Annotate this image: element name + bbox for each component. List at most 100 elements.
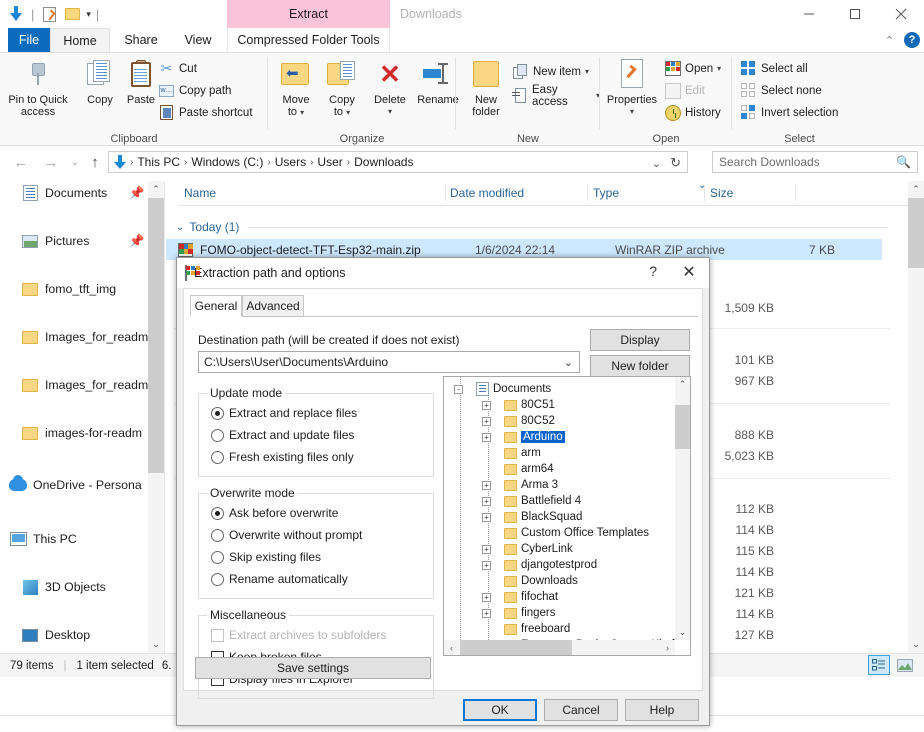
refresh-icon[interactable]: ↻ xyxy=(670,155,681,171)
folder-tree[interactable]: - Documents + 80C51 + 80C52 + Arduino ar… xyxy=(443,376,691,656)
tree-node-arm[interactable]: arm xyxy=(482,445,541,461)
copy-to-button[interactable]: Copy to ▾ xyxy=(318,57,366,119)
minimize-icon[interactable] xyxy=(786,0,832,28)
expand-icon[interactable]: + xyxy=(482,544,491,554)
file-list-scrollbar[interactable]: ⌃ ⌄ xyxy=(908,181,924,653)
tree-node-freeboard[interactable]: freeboard xyxy=(482,621,570,637)
breadcrumb[interactable]: › This PC › Windows (C:) › Users › User … xyxy=(108,151,688,173)
scroll-right-icon[interactable]: › xyxy=(660,640,675,655)
radio-overwrite-without-prompt[interactable]: Overwrite without prompt xyxy=(211,528,362,542)
group-header-today[interactable]: ⌄ Today (1) xyxy=(176,216,888,238)
nav-item-fomo-tft-img[interactable]: fomo_tft_img xyxy=(0,277,148,301)
column-divider[interactable] xyxy=(704,185,705,201)
tree-node-80c52[interactable]: + 80C52 xyxy=(482,413,555,429)
column-date-modified[interactable]: Date modified xyxy=(450,186,524,200)
select-all-button[interactable]: Select all xyxy=(740,58,808,79)
tree-node-fingers[interactable]: + fingers xyxy=(482,605,556,621)
tab-file[interactable]: File xyxy=(8,28,50,52)
tab-general[interactable]: General xyxy=(190,295,242,317)
breadcrumb-item-this-pc[interactable]: This PC xyxy=(134,155,183,169)
nav-item-images-for-readme-1[interactable]: Images_for_readm xyxy=(0,325,148,349)
tree-node-arma-3[interactable]: + Arma 3 xyxy=(482,477,558,493)
nav-item-images-for-readme-3[interactable]: images-for-readm xyxy=(0,421,148,445)
radio-fresh-existing-files-only[interactable]: Fresh existing files only xyxy=(211,450,354,464)
maximize-icon[interactable] xyxy=(832,0,878,28)
expand-icon[interactable]: + xyxy=(482,608,491,618)
pin-icon[interactable]: 📌 xyxy=(129,186,144,200)
expand-icon[interactable]: + xyxy=(482,496,491,506)
new-folder-button[interactable]: New folder xyxy=(590,355,690,377)
nav-item-pictures-quick[interactable]: Pictures 📌 xyxy=(0,229,148,253)
new-folder-icon[interactable] xyxy=(62,4,82,24)
radio-extract-and-replace-files[interactable]: Extract and replace files xyxy=(211,406,357,420)
large-icons-view-icon[interactable] xyxy=(894,655,916,675)
nav-item-documents-quick[interactable]: Documents 📌 xyxy=(0,181,148,205)
pin-to-quick-access-button[interactable]: Pin to Quick access xyxy=(6,57,70,118)
invert-selection-button[interactable]: Invert selection xyxy=(740,102,838,123)
column-type[interactable]: Type xyxy=(593,186,619,200)
pin-icon[interactable]: 📌 xyxy=(129,234,144,248)
chevron-down-icon[interactable]: ⌄ xyxy=(176,222,184,233)
search-input[interactable]: Search Downloads 🔍 xyxy=(712,151,918,173)
tab-compressed-folder-tools[interactable]: Compressed Folder Tools xyxy=(227,28,390,52)
select-none-button[interactable]: Select none xyxy=(740,80,822,101)
tree-node-blacksquad[interactable]: + BlackSquad xyxy=(482,509,582,525)
tree-node-downloads[interactable]: Downloads xyxy=(482,573,578,589)
tree-node-arduino[interactable]: + Arduino xyxy=(482,429,565,445)
delete-button[interactable]: ✕ Delete ▾ xyxy=(366,57,414,118)
scroll-left-icon[interactable]: ‹ xyxy=(444,640,459,655)
tree-node-battlefield-4[interactable]: + Battlefield 4 xyxy=(482,493,581,509)
scrollbar-thumb[interactable] xyxy=(460,640,572,655)
dialog-help-button[interactable]: ? xyxy=(649,263,657,279)
chevron-down-icon[interactable]: ⌄ xyxy=(652,157,661,170)
tree-node-fifochat[interactable]: + fifochat xyxy=(482,589,558,605)
collapse-icon[interactable]: - xyxy=(454,384,463,394)
expand-icon[interactable]: + xyxy=(482,480,491,490)
history-button[interactable]: History xyxy=(664,102,721,123)
column-divider[interactable] xyxy=(445,185,446,201)
tree-node-80c51[interactable]: + 80C51 xyxy=(482,397,555,413)
tree-node-djangotestprod[interactable]: + djangotestprod xyxy=(482,557,597,573)
breadcrumb-item-user[interactable]: User xyxy=(314,155,345,169)
scroll-down-icon[interactable]: ⌄ xyxy=(908,636,924,653)
expand-icon[interactable]: + xyxy=(482,432,491,442)
tree-horizontal-scrollbar[interactable]: ‹ › xyxy=(444,640,675,655)
scrollbar-thumb[interactable] xyxy=(675,405,690,449)
scrollbar-thumb[interactable] xyxy=(908,198,924,268)
back-button[interactable]: ← xyxy=(10,151,32,173)
cancel-button[interactable]: Cancel xyxy=(544,699,618,721)
tree-node-custom-office-templates[interactable]: Custom Office Templates xyxy=(482,525,649,541)
scroll-up-icon[interactable]: ⌃ xyxy=(675,377,690,392)
tree-node-documents[interactable]: - Documents xyxy=(454,381,551,397)
radio-extract-and-update-files[interactable]: Extract and update files xyxy=(211,428,354,442)
properties-caret-icon[interactable]: ▾ xyxy=(602,106,662,118)
radio-rename-automatically[interactable]: Rename automatically xyxy=(211,572,348,586)
download-icon[interactable] xyxy=(6,4,26,24)
scroll-down-icon[interactable]: ⌄ xyxy=(148,636,164,653)
forward-button[interactable]: → xyxy=(40,151,62,173)
tab-view[interactable]: View xyxy=(172,28,224,52)
recent-locations-button[interactable]: ⌄ xyxy=(64,151,86,173)
collapse-ribbon-icon[interactable]: ⌃ xyxy=(885,34,894,47)
pane-divider[interactable] xyxy=(164,181,165,653)
breadcrumb-item-downloads[interactable]: Downloads xyxy=(351,155,416,169)
tree-node-cyberlink[interactable]: + CyberLink xyxy=(482,541,573,557)
destination-path-input[interactable]: C:\Users\User\Documents\Arduino ⌄ xyxy=(198,351,580,373)
close-icon[interactable] xyxy=(878,0,924,28)
scroll-down-icon[interactable]: ⌄ xyxy=(675,625,690,640)
easy-access-button[interactable]: Easy access ▾ xyxy=(512,84,600,108)
expand-icon[interactable]: + xyxy=(482,592,491,602)
new-item-button[interactable]: New item ▾ xyxy=(512,61,589,82)
up-button[interactable]: ↑ xyxy=(84,151,106,173)
scroll-up-icon[interactable]: ⌃ xyxy=(908,181,924,198)
chevron-down-icon[interactable]: ▾ xyxy=(86,9,91,20)
nav-item-images-for-readme-2[interactable]: Images_for_readm xyxy=(0,373,148,397)
tree-node-arm64[interactable]: arm64 xyxy=(482,461,554,477)
details-view-icon[interactable] xyxy=(868,655,890,675)
properties-button[interactable]: Properties ▾ xyxy=(602,57,662,118)
open-button[interactable]: Open ▾ xyxy=(664,58,721,79)
column-name[interactable]: Name xyxy=(184,186,216,200)
delete-caret-icon[interactable]: ▾ xyxy=(366,106,414,118)
expand-icon[interactable]: + xyxy=(482,560,491,570)
scroll-up-icon[interactable]: ⌃ xyxy=(148,181,164,198)
